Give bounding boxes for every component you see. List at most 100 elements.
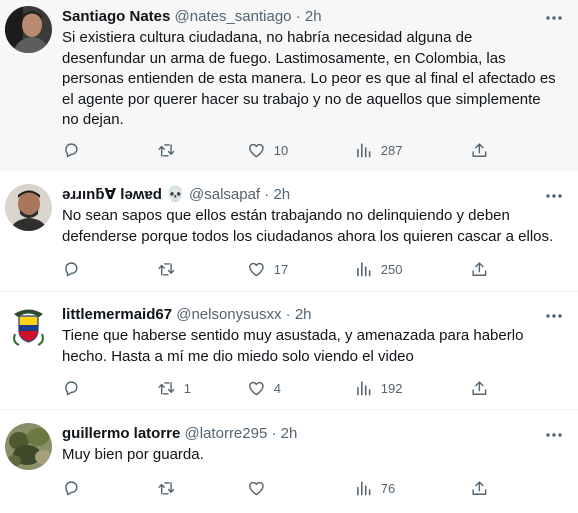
tweet[interactable]: guillermo latorre @latorre295 · 2h Muy b… (0, 410, 578, 513)
view-count: 76 (380, 480, 396, 496)
retweet-button[interactable] (157, 139, 184, 161)
reply-icon (65, 262, 78, 276)
tweet-header: ǝɹɹınƃ∀ lǝʍɐd 💀 @salsapaf · 2h (62, 185, 290, 205)
user-handle[interactable]: @salsapaf (189, 186, 260, 203)
share-icon (472, 262, 487, 276)
tweet-text-line: personas entienden de esta manera. Lo pe… (62, 70, 556, 87)
views-button[interactable]: 287 (354, 139, 402, 161)
tweet[interactable]: ǝɹɹınƃ∀ lǝʍɐd 💀 @salsapaf · 2h No sean s… (0, 170, 578, 292)
share-button[interactable] (470, 139, 489, 161)
share-button[interactable] (470, 477, 489, 499)
tweet-text: Tiene que haberse sentido muy asustada, … (62, 326, 570, 367)
heart-icon (249, 143, 264, 157)
heart-icon (249, 381, 264, 395)
more-options-icon[interactable] (544, 306, 564, 326)
tweet-actions: 10 287 (62, 139, 522, 161)
like-count: 10 (273, 142, 289, 158)
reply-icon (65, 481, 78, 495)
tweet-actions: 17 250 (62, 258, 522, 280)
tweet-text-line: hecho. Hasta a mí me dio miedo solo vien… (62, 347, 414, 365)
tweet-actions: 76 (62, 477, 522, 499)
skull-emoji: 💀 (166, 186, 185, 203)
tweet-text-line: Muy bien por guarda. (62, 446, 204, 463)
view-count: 287 (380, 142, 403, 158)
heart-icon (249, 481, 264, 495)
retweet-icon (158, 262, 175, 276)
more-options-icon[interactable] (544, 186, 564, 206)
avatar[interactable] (5, 304, 52, 351)
display-name[interactable]: Santiago Nates (62, 8, 170, 25)
views-chart-icon (357, 142, 371, 158)
retweet-button[interactable] (157, 477, 184, 499)
views-chart-icon (357, 380, 371, 396)
views-chart-icon (357, 480, 371, 496)
view-count: 250 (380, 261, 403, 277)
separator-dot: · (295, 8, 301, 25)
separator-dot: · (271, 425, 277, 442)
replies-timeline: Santiago Nates @nates_santiago · 2h Si e… (0, 0, 578, 513)
tweet-text: Si existiera cultura ciudadana, no habrí… (62, 28, 570, 131)
user-handle[interactable]: @nates_santiago (175, 8, 292, 25)
like-count: 4 (273, 380, 281, 396)
views-button[interactable]: 76 (354, 477, 395, 499)
tweet-text-line: defenderse porque todos los ciudadanos a… (62, 227, 554, 245)
tweet-text-line: Si existiera cultura ciudadana, no habrí… (62, 29, 473, 46)
reply-button[interactable] (62, 377, 89, 399)
views-button[interactable]: 250 (354, 258, 402, 280)
reply-icon (65, 381, 78, 395)
tweet-actions: 1 4 192 (62, 377, 522, 399)
timestamp[interactable]: 2h (305, 8, 322, 25)
like-button[interactable]: 4 (247, 377, 281, 399)
share-icon (472, 143, 487, 157)
tweet-header: Santiago Nates @nates_santiago · 2h (62, 7, 322, 27)
timestamp[interactable]: 2h (295, 306, 312, 323)
share-button[interactable] (470, 258, 489, 280)
views-chart-icon (357, 261, 371, 277)
tweet-header: littlemermaid67 @nelsonysusxx · 2h (62, 305, 312, 325)
retweet-icon (158, 143, 175, 157)
tweet-text-line: Tiene que haberse sentido muy asustada, … (62, 327, 524, 344)
more-options-icon[interactable] (544, 8, 564, 28)
display-name[interactable]: littlemermaid67 (62, 306, 172, 323)
tweet-text-line: No sean sapos que ellos están trabajando… (62, 207, 510, 224)
retweet-button[interactable] (157, 258, 184, 280)
reply-icon (65, 143, 78, 157)
tweet-text: Muy bien por guarda. (62, 445, 570, 466)
tweet-text-line: el agente por querer hacer su trabajo y … (62, 90, 541, 108)
like-button[interactable]: 17 (247, 258, 288, 280)
heart-icon (249, 262, 264, 276)
like-button[interactable] (247, 477, 274, 499)
view-count: 192 (380, 380, 403, 396)
views-button[interactable]: 192 (354, 377, 402, 399)
retweet-count: 1 (183, 380, 191, 396)
separator-dot: · (264, 186, 270, 203)
retweet-icon (158, 381, 175, 395)
share-icon (472, 381, 487, 395)
avatar[interactable] (5, 6, 52, 53)
tweet[interactable]: Santiago Nates @nates_santiago · 2h Si e… (0, 0, 578, 170)
user-handle[interactable]: @latorre295 (185, 425, 268, 442)
avatar[interactable] (5, 423, 52, 470)
tweet-text-line: desenfundar un arma de fuego. Lastimosam… (62, 49, 506, 67)
tweet[interactable]: littlemermaid67 @nelsonysusxx · 2h Tiene… (0, 292, 578, 410)
tweet-text-line: no dejan. (62, 111, 124, 128)
timestamp[interactable]: 2h (273, 186, 290, 203)
display-name[interactable]: ǝɹɹınƃ∀ lǝʍɐd (62, 186, 162, 203)
retweet-icon (158, 481, 175, 495)
retweet-button[interactable]: 1 (157, 377, 191, 399)
timestamp[interactable]: 2h (281, 425, 298, 442)
tweet-text: No sean sapos que ellos están trabajando… (62, 206, 570, 247)
reply-button[interactable] (62, 258, 89, 280)
separator-dot: · (285, 306, 291, 323)
avatar[interactable] (5, 184, 52, 231)
more-options-icon[interactable] (544, 425, 564, 445)
like-count: 17 (273, 261, 289, 277)
user-handle[interactable]: @nelsonysusxx (176, 306, 281, 323)
display-name[interactable]: guillermo latorre (62, 425, 180, 442)
tweet-header: guillermo latorre @latorre295 · 2h (62, 424, 297, 444)
share-button[interactable] (470, 377, 489, 399)
reply-button[interactable] (62, 477, 89, 499)
share-icon (472, 481, 487, 495)
reply-button[interactable] (62, 139, 89, 161)
like-button[interactable]: 10 (247, 139, 288, 161)
